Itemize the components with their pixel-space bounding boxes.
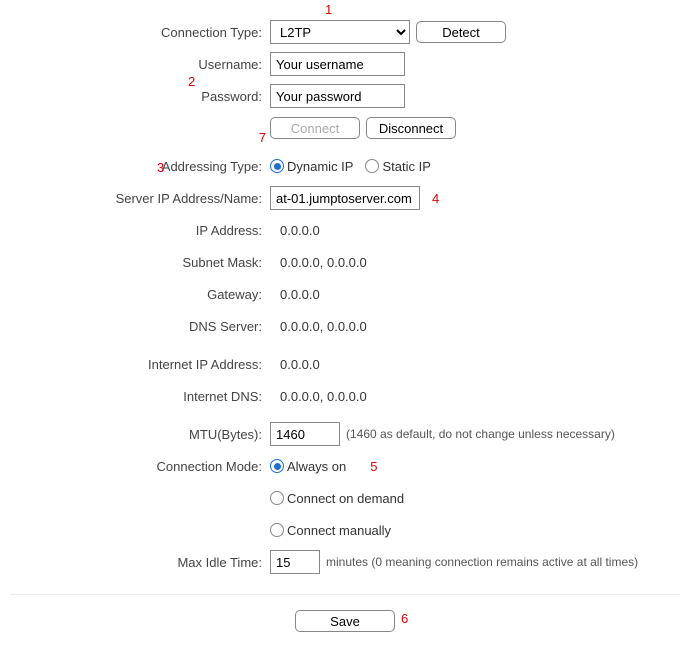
radio-dynamic-ip[interactable]: Dynamic IP <box>270 159 353 174</box>
row-addressing-type: 3 Addressing Type: Dynamic IP Static IP <box>10 154 680 178</box>
hint-max-idle: minutes (0 meaning connection remains ac… <box>326 555 638 569</box>
radio-always-on[interactable]: Always on <box>270 459 346 474</box>
max-idle-input[interactable] <box>270 550 320 574</box>
radio-on-demand[interactable]: Connect on demand <box>270 491 404 506</box>
label-mtu: MTU(Bytes): <box>10 427 270 442</box>
annotation-1: 1 <box>325 2 332 17</box>
row-connection-mode: Connection Mode: Always on 5 <box>10 454 680 478</box>
radio-icon <box>270 523 284 537</box>
radio-label-static: Static IP <box>382 159 430 174</box>
detect-button[interactable]: Detect <box>416 21 506 43</box>
connect-button[interactable]: Connect <box>270 117 360 139</box>
annotation-2: 2 <box>188 74 195 89</box>
row-ip-address: IP Address: 0.0.0.0 <box>10 218 680 242</box>
row-save: Save 6 <box>10 605 680 647</box>
row-connection-type: Connection Type: 1 L2TP Detect <box>10 20 680 44</box>
label-dns-server: DNS Server: <box>10 319 270 334</box>
value-gateway: 0.0.0.0 <box>270 287 320 302</box>
annotation-6: 6 <box>401 611 408 626</box>
row-manually: Connect manually <box>10 518 680 542</box>
row-connect-buttons: 7 Connect Disconnect <box>10 116 680 140</box>
radio-label-always: Always on <box>287 459 346 474</box>
value-ip-address: 0.0.0.0 <box>270 223 320 238</box>
hint-mtu: (1460 as default, do not change unless n… <box>346 427 615 441</box>
label-gateway: Gateway: <box>10 287 270 302</box>
label-username: Username: <box>10 57 270 72</box>
row-mtu: MTU(Bytes): (1460 as default, do not cha… <box>10 422 680 446</box>
wan-settings-form: Connection Type: 1 L2TP Detect Username:… <box>0 0 690 657</box>
label-internet-dns: Internet DNS: <box>10 389 270 404</box>
row-gateway: Gateway: 0.0.0.0 <box>10 282 680 306</box>
radio-icon <box>270 159 284 173</box>
separator <box>10 594 680 595</box>
radio-label-manually: Connect manually <box>287 523 391 538</box>
username-input[interactable] <box>270 52 405 76</box>
radio-label-dynamic: Dynamic IP <box>287 159 353 174</box>
label-password: 2 Password: <box>10 89 270 104</box>
label-max-idle: Max Idle Time: <box>10 555 270 570</box>
row-subnet-mask: Subnet Mask: 0.0.0.0, 0.0.0.0 <box>10 250 680 274</box>
row-internet-dns: Internet DNS: 0.0.0.0, 0.0.0.0 <box>10 384 680 408</box>
disconnect-button[interactable]: Disconnect <box>366 117 456 139</box>
radio-label-demand: Connect on demand <box>287 491 404 506</box>
row-max-idle: Max Idle Time: minutes (0 meaning connec… <box>10 550 680 574</box>
value-subnet-mask: 0.0.0.0, 0.0.0.0 <box>270 255 367 270</box>
row-username: Username: <box>10 52 680 76</box>
radio-icon <box>270 491 284 505</box>
value-internet-ip: 0.0.0.0 <box>270 357 320 372</box>
row-internet-ip: Internet IP Address: 0.0.0.0 <box>10 352 680 376</box>
label-connection-type: Connection Type: <box>10 25 270 40</box>
radio-icon <box>365 159 379 173</box>
radio-static-ip[interactable]: Static IP <box>365 159 430 174</box>
value-internet-dns: 0.0.0.0, 0.0.0.0 <box>270 389 367 404</box>
annotation-4: 4 <box>432 191 439 206</box>
save-button[interactable]: Save <box>295 610 395 632</box>
annotation-3: 3 <box>157 160 164 175</box>
value-dns-server: 0.0.0.0, 0.0.0.0 <box>270 319 367 334</box>
row-dns-server: DNS Server: 0.0.0.0, 0.0.0.0 <box>10 314 680 338</box>
mtu-input[interactable] <box>270 422 340 446</box>
row-on-demand: Connect on demand <box>10 486 680 510</box>
row-password: 2 Password: <box>10 84 680 108</box>
label-addressing-type: 3 Addressing Type: <box>10 159 270 174</box>
label-ip-address: IP Address: <box>10 223 270 238</box>
radio-icon <box>270 459 284 473</box>
server-ip-input[interactable] <box>270 186 420 210</box>
row-server-ip: Server IP Address/Name: 4 <box>10 186 680 210</box>
radio-manually[interactable]: Connect manually <box>270 523 391 538</box>
label-internet-ip: Internet IP Address: <box>10 357 270 372</box>
annotation-5: 5 <box>370 459 377 474</box>
annotation-7: 7 <box>259 130 266 145</box>
label-connection-mode: Connection Mode: <box>10 459 270 474</box>
label-server-ip: Server IP Address/Name: <box>10 191 270 206</box>
connection-type-select[interactable]: L2TP <box>270 20 410 44</box>
password-input[interactable] <box>270 84 405 108</box>
label-subnet-mask: Subnet Mask: <box>10 255 270 270</box>
